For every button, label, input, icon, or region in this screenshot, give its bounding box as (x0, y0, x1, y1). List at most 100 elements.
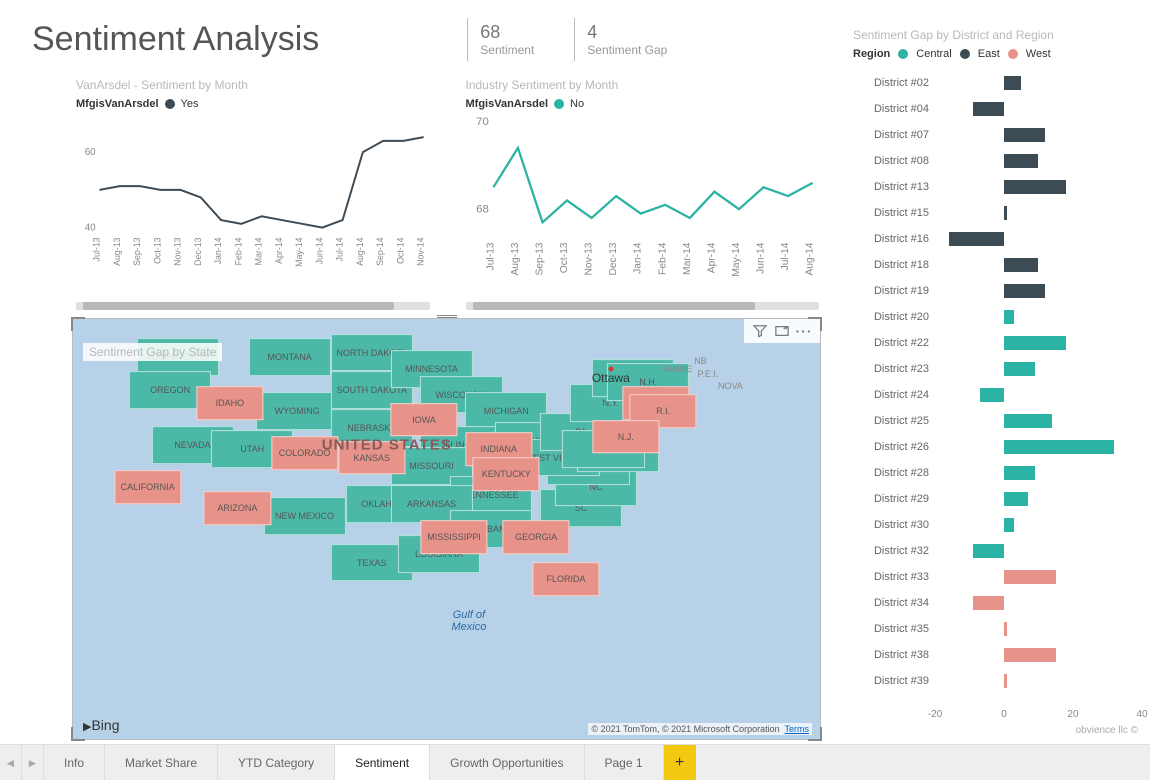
svg-text:Jul-14: Jul-14 (780, 242, 791, 270)
bar-row[interactable]: District #33 (853, 564, 1142, 590)
bar-row[interactable]: District #35 (853, 616, 1142, 642)
kpi-value: 68 (480, 22, 534, 43)
chart-title: VanArsdel - Sentiment by Month (76, 78, 430, 92)
bar-label: District #34 (853, 597, 935, 609)
map-state[interactable] (503, 521, 570, 555)
map-state[interactable] (390, 403, 457, 437)
bar-row[interactable]: District #38 (853, 642, 1142, 668)
tab-info[interactable]: Info (44, 745, 105, 780)
bar-label: District #19 (853, 285, 935, 297)
bar-label: District #04 (853, 103, 935, 115)
map-visual[interactable]: ··· Sentiment Gap by State WASHINGTONORE… (72, 318, 821, 740)
kpi-label: Sentiment Gap (587, 43, 667, 57)
copyright: obvience llc © (853, 725, 1142, 736)
svg-text:68: 68 (476, 204, 489, 216)
map-state[interactable] (204, 491, 271, 525)
bar-rect (1004, 336, 1066, 350)
map-state[interactable] (532, 563, 599, 597)
bar-label: District #08 (853, 155, 935, 167)
bar-row[interactable]: District #34 (853, 590, 1142, 616)
bar-row[interactable]: District #26 (853, 434, 1142, 460)
tab-sentiment[interactable]: Sentiment (335, 745, 430, 780)
bar-row[interactable]: District #24 (853, 382, 1142, 408)
line-chart-svg: 6870Jul-13Aug-13Sep-13Oct-13Nov-13Dec-13… (466, 114, 820, 298)
bar-rect (1004, 518, 1014, 532)
chart-scrollbar[interactable] (466, 302, 820, 310)
map-state[interactable] (473, 458, 540, 492)
bar-row[interactable]: District #30 (853, 512, 1142, 538)
bar-label: District #29 (853, 493, 935, 505)
bar-rect (1004, 466, 1035, 480)
svg-text:Apr-14: Apr-14 (274, 237, 284, 264)
legend-dot-no (554, 99, 564, 109)
bar-row[interactable]: District #39 (853, 668, 1142, 694)
svg-text:Dec-13: Dec-13 (608, 242, 619, 275)
bar-label: District #07 (853, 129, 935, 141)
bar-row[interactable]: District #02 (853, 70, 1142, 96)
bar-row[interactable]: District #29 (853, 486, 1142, 512)
bar-row[interactable]: District #32 (853, 538, 1142, 564)
bar-label: District #30 (853, 519, 935, 531)
svg-text:Jul-14: Jul-14 (335, 237, 345, 261)
map-state[interactable] (592, 420, 659, 454)
map-canvas[interactable]: WASHINGTONOREGONNEVADAUTAHMONTANAWYOMING… (73, 319, 820, 739)
chart-scrollbar[interactable] (76, 302, 430, 310)
svg-text:Aug-13: Aug-13 (112, 237, 122, 266)
bar-label: District #26 (853, 441, 935, 453)
bar-row[interactable]: District #23 (853, 356, 1142, 382)
tab-next-button[interactable]: ► (22, 745, 44, 780)
bar-row[interactable]: District #18 (853, 252, 1142, 278)
bar-row[interactable]: District #25 (853, 408, 1142, 434)
map-state[interactable] (249, 338, 331, 376)
bar-row[interactable]: District #20 (853, 304, 1142, 330)
bar-row[interactable]: District #08 (853, 148, 1142, 174)
svg-text:Aug-13: Aug-13 (509, 242, 520, 275)
bar-rect (1004, 492, 1028, 506)
bar-row[interactable]: District #16 (853, 226, 1142, 252)
svg-text:Jun-14: Jun-14 (755, 242, 766, 274)
bar-row[interactable]: District #22 (853, 330, 1142, 356)
map-state[interactable] (114, 470, 181, 504)
chart-industry-sentiment[interactable]: Industry Sentiment by Month MfgisVanArsd… (466, 78, 820, 310)
focus-mode-icon[interactable] (774, 323, 790, 339)
svg-text:Mar-14: Mar-14 (254, 237, 264, 265)
kpi-sentiment-gap: 4 Sentiment Gap (574, 18, 679, 61)
svg-text:Dec-13: Dec-13 (193, 237, 203, 266)
svg-text:Jan-14: Jan-14 (632, 242, 643, 274)
add-page-button[interactable]: + (664, 745, 696, 780)
map-title: Sentiment Gap by State (83, 343, 222, 361)
svg-text:Aug-14: Aug-14 (804, 242, 815, 275)
bar-row[interactable]: District #04 (853, 96, 1142, 122)
svg-text:60: 60 (85, 147, 96, 158)
tab-market-share[interactable]: Market Share (105, 745, 218, 780)
legend-dot-yes (165, 99, 175, 109)
svg-text:Oct-13: Oct-13 (559, 242, 570, 273)
map-state[interactable] (256, 392, 338, 430)
tab-prev-button[interactable]: ◄ (0, 745, 22, 780)
bar-label: District #24 (853, 389, 935, 401)
tab-ytd-category[interactable]: YTD Category (218, 745, 335, 780)
tab-growth-opportunities[interactable]: Growth Opportunities (430, 745, 584, 780)
map-state[interactable] (196, 386, 263, 420)
resize-handle[interactable] (437, 315, 457, 318)
more-options-icon[interactable]: ··· (796, 323, 812, 339)
bar-label: District #13 (853, 181, 935, 193)
bar-row[interactable]: District #15 (853, 200, 1142, 226)
svg-text:Jan-14: Jan-14 (213, 237, 223, 264)
filter-icon[interactable] (752, 323, 768, 339)
bing-logo: ▶Bing (83, 717, 120, 733)
chart-vanarsdel-sentiment[interactable]: VanArsdel - Sentiment by Month MfgisVanA… (76, 78, 430, 310)
bar-chart-title: Sentiment Gap by District and Region (853, 28, 1142, 42)
map-state[interactable] (263, 497, 345, 535)
bar-label: District #20 (853, 311, 935, 323)
svg-text:Apr-14: Apr-14 (706, 242, 717, 273)
svg-text:Oct-13: Oct-13 (152, 237, 162, 264)
bar-row[interactable]: District #13 (853, 174, 1142, 200)
bar-row[interactable]: District #07 (853, 122, 1142, 148)
bar-row[interactable]: District #28 (853, 460, 1142, 486)
bar-chart[interactable]: District #02 District #04 District #07 Dist… (853, 70, 1142, 709)
map-state[interactable] (420, 521, 487, 555)
tab-page-1[interactable]: Page 1 (585, 745, 664, 780)
bar-row[interactable]: District #19 (853, 278, 1142, 304)
terms-link[interactable]: Terms (785, 724, 810, 734)
